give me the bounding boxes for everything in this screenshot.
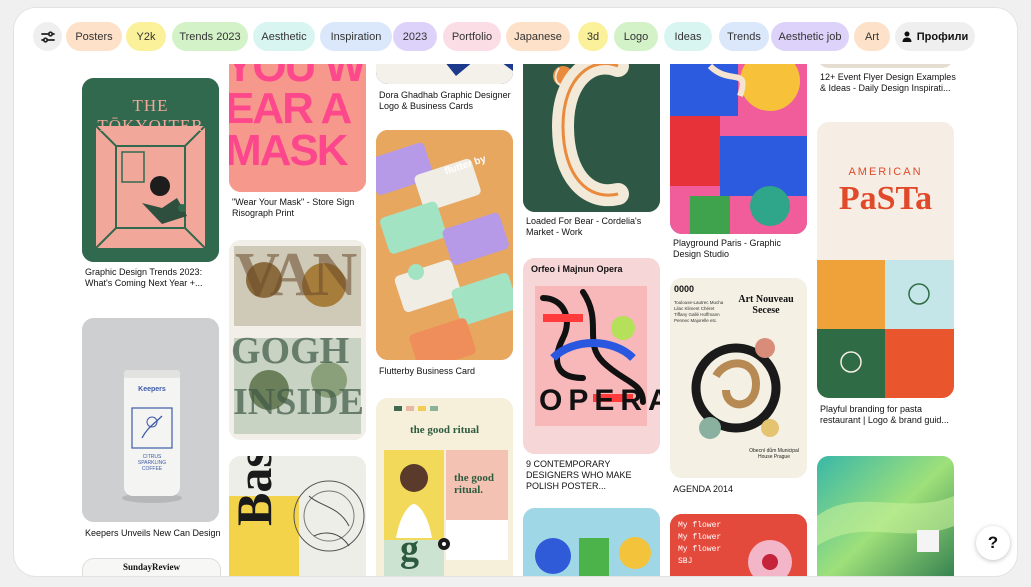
pin-caption: Dora Ghadhab Graphic Designer Logo & Bus… xyxy=(379,90,511,111)
category-chip[interactable]: Y2k xyxy=(126,22,166,51)
can-brand: Keepers xyxy=(138,386,166,393)
opera-poster-art xyxy=(523,258,660,454)
my-flower-text: My flower My flower My flower SBJ xyxy=(678,520,748,568)
art-nouveau-footer: Obecní dům Municipal House Prague xyxy=(749,448,799,460)
category-chip[interactable]: 3d xyxy=(578,22,608,51)
category-chip[interactable]: Japanese xyxy=(506,22,570,51)
pin-caption: Playful branding for pasta restaurant | … xyxy=(820,404,949,425)
pin-basic[interactable]: Basic xyxy=(229,456,366,576)
category-chip[interactable]: Aesthetic xyxy=(253,22,315,51)
pin-art-nouveau[interactable]: Art Nouveau Secese 0000 Toulouse-Lautrec… xyxy=(670,278,807,478)
pin-caption: "Wear Your Mask" - Store Sign Risograph … xyxy=(232,197,355,218)
polish-letters: OPERA xyxy=(539,384,660,417)
mask-letters: YOU WEAR A MASK xyxy=(229,46,366,175)
pin-flutterby[interactable]: flutter by xyxy=(376,130,513,360)
pin-van-gogh[interactable]: VAN GOGH INSIDE xyxy=(229,240,366,440)
app-window: Posters Y2k Trends 2023 Aesthetic Inspiratio… xyxy=(14,8,1017,576)
category-chip[interactable]: Aesthetic job xyxy=(771,22,849,51)
vangogh-line2: GOGH xyxy=(231,330,350,372)
pin-sunday-review[interactable]: SundayReview xyxy=(82,558,221,576)
pin-caption: 9 CONTEMPORARY DESIGNERS WHO MAKE POLISH… xyxy=(526,459,632,491)
tokyoiter-title: THE TŌKYOITER xyxy=(97,96,204,135)
pin-wear-your-mask[interactable]: YOU WEAR A MASK xyxy=(229,46,366,192)
category-chip[interactable]: Trends 2023 xyxy=(172,22,248,51)
good-ritual-card-title: the good ritual. xyxy=(454,472,495,496)
good-ritual-letter: g xyxy=(400,528,419,570)
my-flower-line: My flower xyxy=(678,521,722,530)
pin-green-gradient[interactable] xyxy=(817,456,954,576)
polish-heading: Orfeo i Majnun Opera xyxy=(531,264,623,274)
pin-playground-paris[interactable] xyxy=(670,46,807,234)
category-chip[interactable]: Portfolio xyxy=(443,22,501,51)
category-chip[interactable]: Trends xyxy=(719,22,769,51)
good-ritual-title: the good ritual xyxy=(409,424,480,436)
pin-my-flower[interactable]: My flower My flower My flower SBJ xyxy=(670,514,807,576)
ornamental-letter-art xyxy=(523,46,660,212)
pasta-line2: PaSTa xyxy=(838,180,933,217)
can-label: CITRUS SPARKLING COFFEE xyxy=(137,454,167,472)
pin-caption: Graphic Design Trends 2023: What's Comin… xyxy=(85,267,203,288)
can-photo xyxy=(82,318,219,522)
category-bar: Posters Y2k Trends 2023 Aesthetic Inspiratio… xyxy=(14,8,1017,64)
help-button[interactable]: ? xyxy=(976,526,1010,560)
category-chip[interactable]: Logo xyxy=(614,22,658,51)
art-nouveau-pin-code: 0000 xyxy=(674,284,695,294)
profile-button[interactable]: Профили xyxy=(895,22,975,51)
filter-sliders-icon xyxy=(40,30,55,43)
pin-caption: Playground Paris - Graphic Design Studio xyxy=(673,238,782,259)
category-chip[interactable]: Art xyxy=(854,22,890,51)
category-chip[interactable]: Ideas xyxy=(664,22,712,51)
vangogh-line3: INSIDE xyxy=(233,381,364,423)
pasta-line1: AMERICAN xyxy=(848,166,923,178)
pin-caption: 12+ Event Flyer Design Examples & Ideas … xyxy=(820,72,956,93)
category-chip[interactable]: Posters xyxy=(66,22,122,51)
pin-caption: Loaded For Bear - Cordelia's Market - Wo… xyxy=(526,216,642,237)
pin-american-pasta[interactable]: AMERICAN PaSTa xyxy=(817,122,954,398)
pin-caption: AGENDA 2014 xyxy=(673,484,734,494)
category-chip[interactable]: Inspiration xyxy=(320,22,392,51)
pin-loaded-for-bear[interactable] xyxy=(523,46,660,212)
filter-button[interactable] xyxy=(33,22,62,51)
art-nouveau-credits: Toulouse-Lautrec Mucha Lilac Kliment Ché… xyxy=(674,300,724,323)
profile-label: Профили xyxy=(916,30,969,43)
pin-polish-poster[interactable]: Orfeo i Majnun Opera OPERA xyxy=(523,258,660,454)
vangogh-line1: VAN xyxy=(235,241,357,309)
category-chip[interactable]: 2023 xyxy=(393,22,437,51)
basic-word: Basic xyxy=(229,456,282,526)
pin-good-ritual[interactable]: the good ritual the good ritual. g xyxy=(376,398,513,576)
playground-art xyxy=(670,46,807,234)
user-icon xyxy=(902,31,912,42)
my-flower-line: My flower xyxy=(678,533,722,542)
help-label: ? xyxy=(987,533,999,552)
sunday-title: SundayReview xyxy=(122,562,180,572)
pin-keepers-can[interactable]: Keepers CITRUS SPARKLING COFFEE xyxy=(82,318,219,522)
pin-shapes[interactable] xyxy=(523,508,660,576)
pin-tokyoiter[interactable]: THE TŌKYOITER xyxy=(82,78,219,262)
shapes-art xyxy=(523,508,660,576)
flutterby-cards-art xyxy=(376,130,513,360)
gradient-art xyxy=(817,456,954,576)
pin-caption: Flutterby Business Card xyxy=(379,366,476,376)
my-flower-line: SBJ xyxy=(678,557,693,566)
my-flower-line: My flower xyxy=(678,545,722,554)
pasta-branding-art xyxy=(817,122,954,398)
pin-caption: Keepers Unveils New Can Design xyxy=(85,528,221,538)
art-nouveau-title: Art Nouveau Secese xyxy=(738,294,794,316)
